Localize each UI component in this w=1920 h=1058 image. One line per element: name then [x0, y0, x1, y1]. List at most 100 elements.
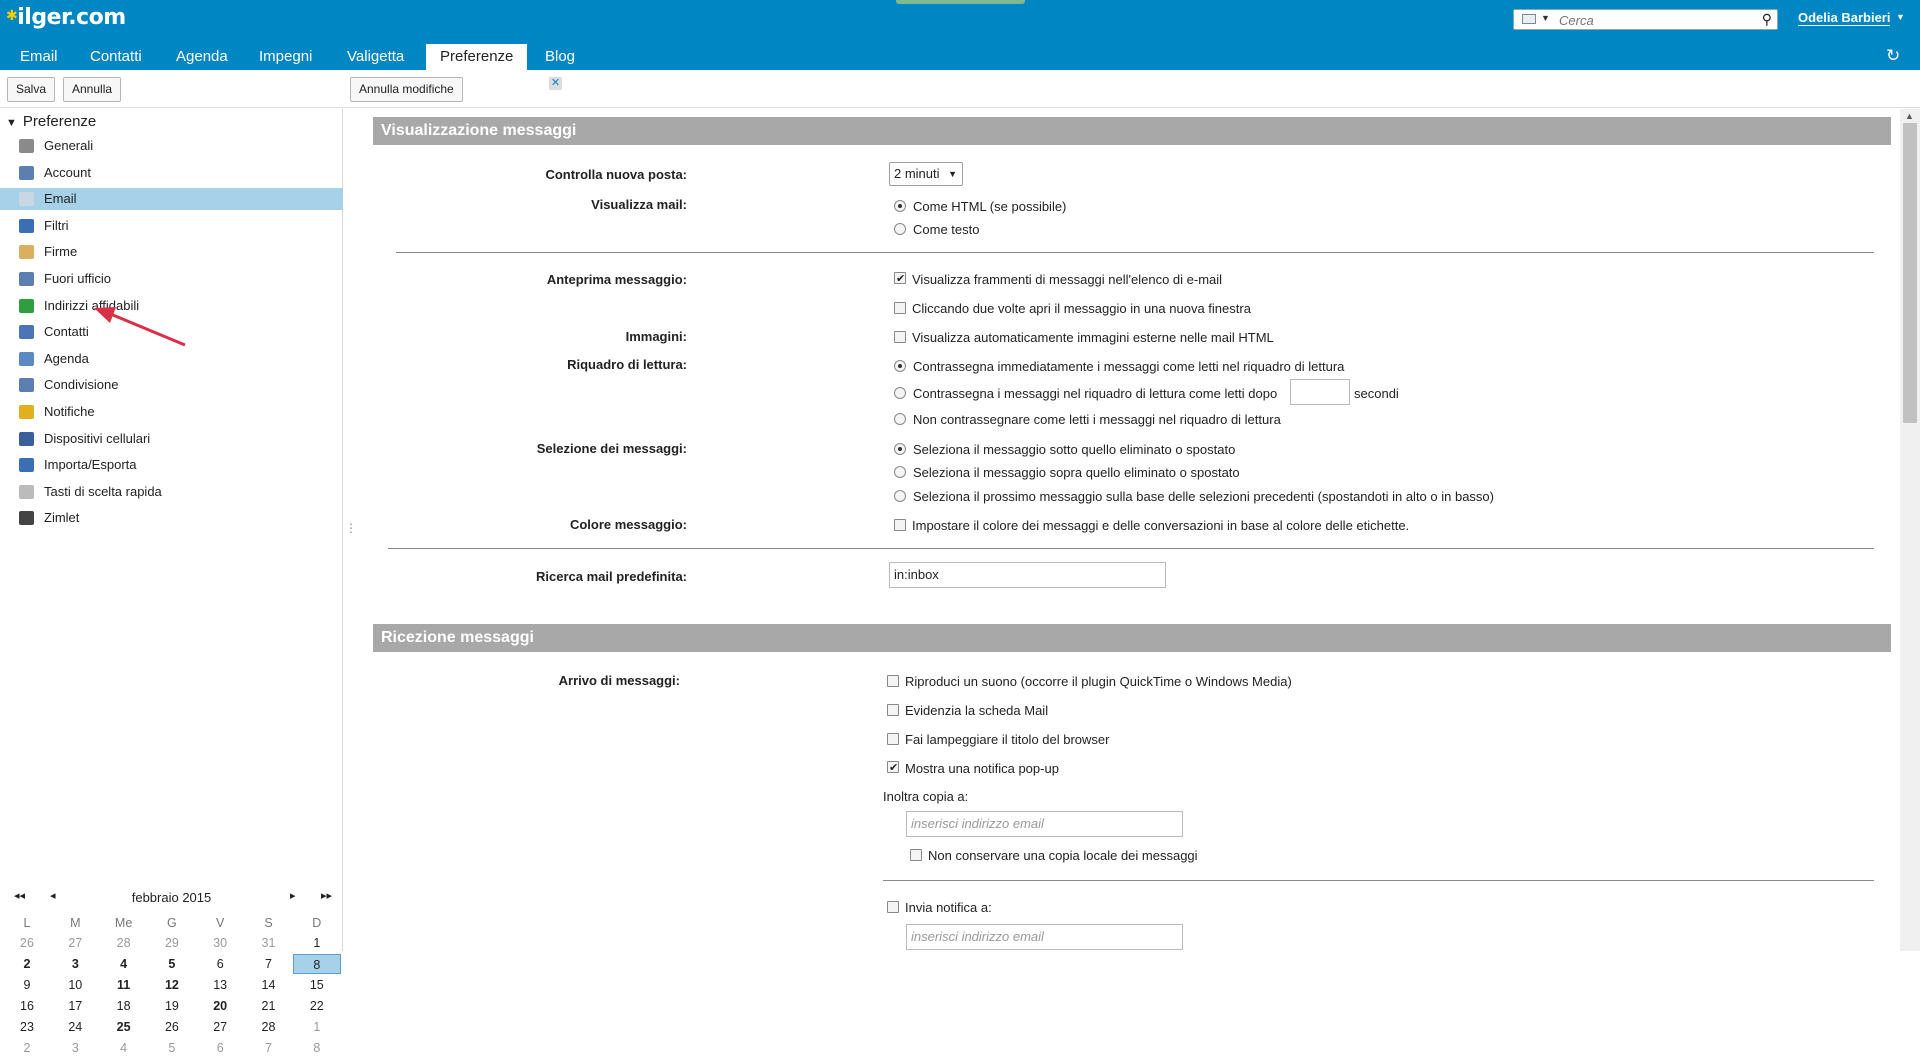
calendar-day[interactable]: 3: [55, 1038, 95, 1058]
calendar-day[interactable]: 17: [55, 996, 95, 1016]
radio-icon[interactable]: [894, 200, 906, 212]
radio-icon[interactable]: [894, 360, 906, 372]
checkbox-icon[interactable]: [887, 733, 899, 745]
sidebar-item-dispositivi-cellulari[interactable]: Dispositivi cellulari: [0, 428, 343, 450]
notify-email-input[interactable]: inserisci indirizzo email: [906, 924, 1183, 950]
refresh-icon[interactable]: ↻: [1886, 46, 1900, 66]
preview-snippets-checkbox[interactable]: Visualizza frammenti di messaggi nell'el…: [894, 272, 1222, 287]
sidebar-item-importa-esporta[interactable]: Importa/Esporta: [0, 454, 343, 476]
tab-briefcase[interactable]: Valigetta: [333, 44, 418, 70]
save-button[interactable]: Salva: [7, 77, 56, 102]
radio-icon[interactable]: [894, 490, 906, 502]
highlight-tab-checkbox[interactable]: Evidenzia la scheda Mail: [887, 703, 1048, 718]
send-notification-checkbox[interactable]: Invia notifica a:: [887, 900, 992, 915]
calendar-day[interactable]: 2: [7, 954, 47, 974]
calendar-day[interactable]: 12: [152, 975, 192, 995]
calendar-day[interactable]: 28: [249, 1017, 289, 1037]
calendar-day[interactable]: 2: [7, 1038, 47, 1058]
calendar-day[interactable]: 23: [7, 1017, 47, 1037]
radio-icon[interactable]: [894, 387, 906, 399]
calendar-day[interactable]: 5: [152, 954, 192, 974]
calendar-day[interactable]: 11: [104, 975, 144, 995]
sidebar-item-notifiche[interactable]: Notifiche: [0, 401, 343, 423]
sidebar-item-email[interactable]: Email: [0, 188, 343, 211]
calendar-day[interactable]: 28: [104, 933, 144, 953]
checkbox-icon[interactable]: [910, 849, 922, 861]
sidebar-item-firme[interactable]: Firme: [0, 241, 343, 263]
calendar-day[interactable]: 21: [249, 996, 289, 1016]
checkbox-icon[interactable]: [894, 272, 906, 284]
reading-immediate-radio[interactable]: Contrassegna immediatamente i messaggi c…: [894, 359, 1344, 374]
sidebar-item-agenda[interactable]: Agenda: [0, 348, 343, 370]
search-input[interactable]: [1559, 12, 1749, 28]
calendar-day[interactable]: 19: [152, 996, 192, 1016]
checkbox-icon[interactable]: [887, 761, 899, 773]
images-auto-checkbox[interactable]: Visualizza automaticamente immagini este…: [894, 330, 1274, 345]
calendar-day[interactable]: 6: [200, 954, 240, 974]
no-local-copy-checkbox[interactable]: Non conservare una copia locale dei mess…: [910, 848, 1198, 863]
radio-icon[interactable]: [894, 466, 906, 478]
calendar-day[interactable]: 1: [297, 1017, 337, 1037]
calendar-day[interactable]: 18: [104, 996, 144, 1016]
undo-changes-button[interactable]: Annulla modifiche: [350, 77, 463, 102]
scroll-thumb[interactable]: [1903, 123, 1917, 423]
forward-email-input[interactable]: inserisci indirizzo email: [906, 811, 1183, 837]
scrollbar[interactable]: ▲: [1900, 109, 1920, 951]
checkbox-icon[interactable]: [887, 704, 899, 716]
checkbox-icon[interactable]: [894, 302, 906, 314]
chevron-down-icon[interactable]: ▼: [1896, 12, 1905, 22]
calendar-day[interactable]: 8: [297, 1038, 337, 1058]
calendar-day[interactable]: 24: [55, 1017, 95, 1037]
next-year-icon[interactable]: ▸▸: [321, 889, 332, 902]
selection-next-radio[interactable]: Seleziona il prossimo messaggio sulla ba…: [894, 489, 1494, 504]
check-mail-select[interactable]: 2 minuti ▼: [889, 162, 963, 186]
double-click-checkbox[interactable]: Cliccando due volte apri il messaggio in…: [894, 301, 1251, 316]
chevron-down-icon[interactable]: ▼: [1541, 13, 1550, 23]
tab-contacts[interactable]: Contatti: [76, 44, 156, 70]
reading-seconds-input[interactable]: [1290, 379, 1350, 405]
color-checkbox[interactable]: Impostare il colore dei messaggi e delle…: [894, 518, 1409, 533]
view-text-radio[interactable]: Come testo: [894, 222, 979, 237]
user-menu[interactable]: Odelia Barbieri: [1798, 10, 1891, 26]
sidebar-item-zimlet[interactable]: Zimlet: [0, 507, 343, 529]
selection-below-radio[interactable]: Seleziona il messaggio sotto quello elim…: [894, 442, 1235, 457]
scroll-up-icon[interactable]: ▲: [1905, 111, 1914, 121]
sidebar-item-condivisione[interactable]: Condivisione: [0, 374, 343, 396]
mail-type-icon[interactable]: [1522, 14, 1536, 24]
radio-icon[interactable]: [894, 443, 906, 455]
tree-header[interactable]: ▼ Preferenze: [6, 113, 96, 130]
calendar-day[interactable]: 3: [55, 954, 95, 974]
sidebar-item-filtri[interactable]: Filtri: [0, 215, 343, 237]
search-box[interactable]: ▼ ⚲: [1513, 9, 1778, 30]
play-sound-checkbox[interactable]: Riproduci un suono (occorre il plugin Qu…: [887, 674, 1292, 689]
calendar-day[interactable]: 15: [297, 975, 337, 995]
calendar-day[interactable]: 30: [200, 933, 240, 953]
popup-checkbox[interactable]: Mostra una notifica pop-up: [887, 761, 1059, 776]
radio-icon[interactable]: [894, 223, 906, 235]
calendar-day[interactable]: 16: [7, 996, 47, 1016]
calendar-day-today[interactable]: 8: [292, 954, 341, 974]
calendar-day[interactable]: 7: [249, 954, 289, 974]
tab-calendar[interactable]: Agenda: [162, 44, 242, 70]
calendar-day[interactable]: 1: [297, 933, 337, 953]
checkbox-icon[interactable]: [887, 901, 899, 913]
sidebar-item-tasti-di-scelta-rapida[interactable]: Tasti di scelta rapida: [0, 481, 343, 503]
calendar-day[interactable]: 31: [249, 933, 289, 953]
collapse-triangle-icon[interactable]: ▼: [6, 117, 17, 129]
calendar-day[interactable]: 4: [104, 1038, 144, 1058]
tab-preferences[interactable]: Preferenze: [426, 44, 528, 70]
sidebar-item-fuori-ufficio[interactable]: Fuori ufficio: [0, 268, 343, 290]
calendar-day[interactable]: 5: [152, 1038, 192, 1058]
calendar-day[interactable]: 6: [200, 1038, 240, 1058]
sidebar-item-account[interactable]: Account: [0, 162, 343, 184]
reading-never-radio[interactable]: Non contrassegnare come letti i messaggi…: [894, 412, 1281, 427]
search-icon[interactable]: ⚲: [1762, 11, 1772, 28]
calendar-day[interactable]: 10: [55, 975, 95, 995]
calendar-day[interactable]: 26: [152, 1017, 192, 1037]
radio-icon[interactable]: [894, 413, 906, 425]
calendar-day[interactable]: 20: [200, 996, 240, 1016]
reading-after-radio[interactable]: Contrassegna i messaggi nel riquadro di …: [894, 386, 1277, 401]
checkbox-icon[interactable]: [894, 519, 906, 531]
calendar-day[interactable]: 7: [249, 1038, 289, 1058]
calendar-day[interactable]: 27: [55, 933, 95, 953]
